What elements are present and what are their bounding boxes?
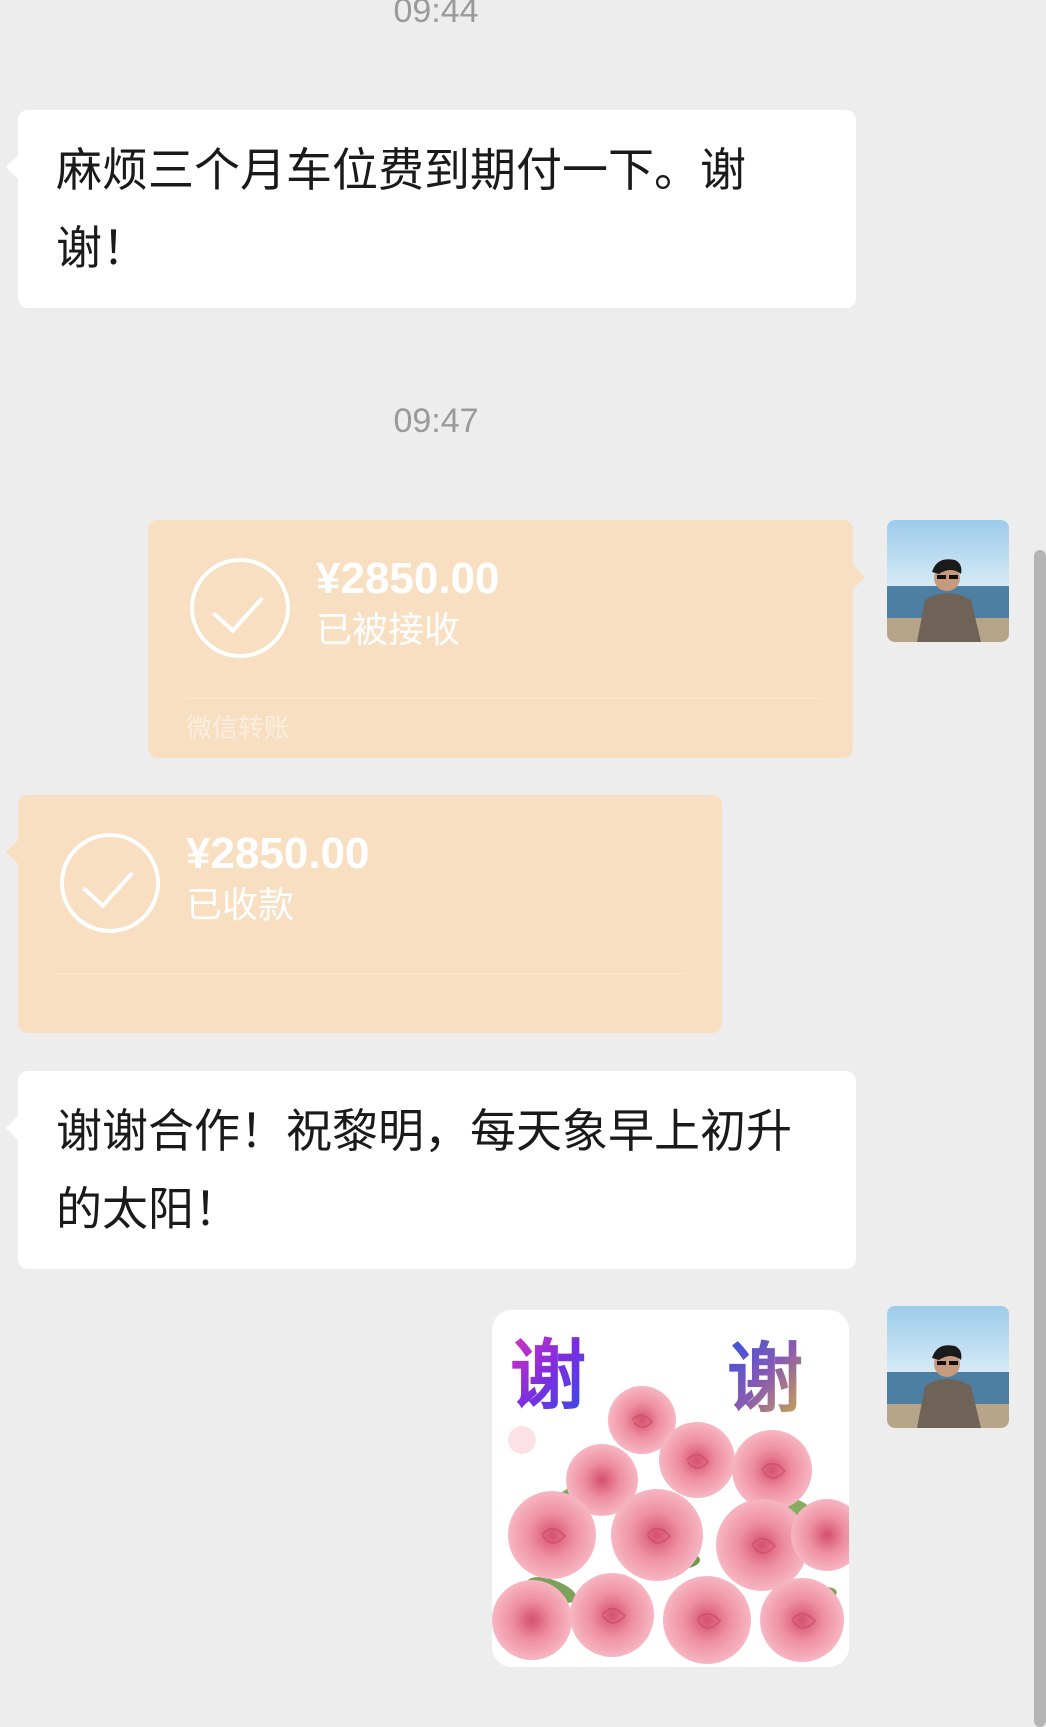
transfer-amount: ¥2850.00: [186, 829, 370, 878]
check-circle-icon: [60, 833, 160, 933]
transfer-amount: ¥2850.00: [316, 554, 500, 603]
transfer-footer-label: 微信转账: [186, 714, 291, 744]
transfer-status: 已被接收: [316, 610, 461, 651]
rose-bouquet-icon: 谢 谢: [492, 1310, 849, 1667]
svg-text:谢: 谢: [727, 1334, 803, 1423]
timestamp: 09:47: [393, 402, 479, 440]
message-bubble-incoming[interactable]: 麻烦三个月车位费到期付一下。谢谢！: [6, 110, 856, 308]
message-bubble-incoming[interactable]: 谢谢合作！祝黎明，每天象早上初升的太阳！: [6, 1071, 856, 1269]
scrollbar[interactable]: [1034, 550, 1046, 1727]
card-divider: [186, 698, 821, 699]
user-avatar[interactable]: [887, 1306, 1009, 1428]
timestamp: 09:44: [393, 0, 479, 30]
message-text: 麻烦三个月车位费到期付一下。谢谢！: [56, 143, 746, 275]
sticker-image[interactable]: 谢 谢: [492, 1310, 849, 1667]
svg-text:谢: 谢: [510, 1331, 586, 1420]
message-text: 谢谢合作！祝黎明，每天象早上初升的太阳！: [56, 1104, 792, 1236]
transfer-status: 已收款: [186, 885, 295, 926]
user-avatar[interactable]: [887, 520, 1009, 642]
transfer-card-received[interactable]: ¥2850.00 已收款: [6, 795, 722, 1033]
card-divider: [56, 973, 684, 974]
check-circle-icon: [190, 558, 290, 658]
transfer-card-sent[interactable]: ¥2850.00 已被接收 微信转账: [148, 520, 865, 758]
